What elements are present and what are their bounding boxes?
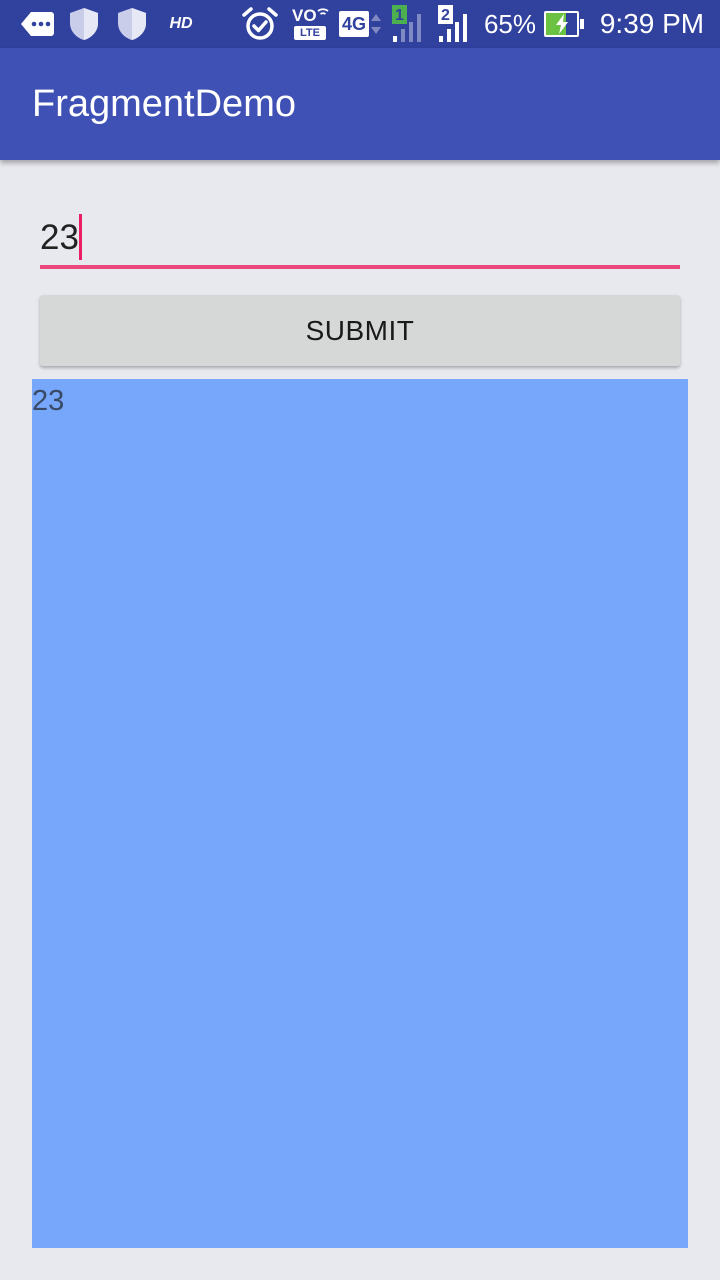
screen: HD VO LTE 4G 1 2 65% 9:39 PM FragmentDem… xyxy=(0,0,720,1280)
app-title: FragmentDemo xyxy=(32,83,296,125)
hd-label: HD xyxy=(169,15,193,32)
text-cursor xyxy=(79,214,82,260)
battery-percent: 65% xyxy=(483,8,537,39)
app-bar: FragmentDemo xyxy=(0,48,720,160)
shield-icon xyxy=(66,0,102,48)
volte-bottom: LTE xyxy=(294,26,326,40)
signal-sim2-icon: 2 xyxy=(436,0,476,48)
number-input[interactable]: 23 xyxy=(40,210,680,270)
submit-button[interactable]: SUBMIT xyxy=(40,295,680,366)
volte-icon: VO LTE xyxy=(290,0,330,48)
number-input-value[interactable]: 23 xyxy=(40,216,79,260)
fragment-container: 23 xyxy=(32,379,688,1248)
sim1-label: 1 xyxy=(395,7,404,24)
messages-icon xyxy=(18,0,56,48)
clock-time: 9:39 PM xyxy=(599,8,705,39)
status-bar: HD VO LTE 4G 1 2 65% 9:39 PM xyxy=(0,0,720,48)
fragment-result-text: 23 xyxy=(32,385,65,417)
battery-tip xyxy=(580,19,584,29)
shield-icon xyxy=(114,0,150,48)
hd-icon: HD xyxy=(164,0,198,48)
signal-sim1-icon: 1 xyxy=(390,0,430,48)
4g-icon: 4G xyxy=(336,0,386,48)
sim2-label: 2 xyxy=(441,7,450,24)
network-type-label: 4G xyxy=(339,11,369,37)
input-underline xyxy=(40,265,680,269)
wifi-call-icon xyxy=(317,8,329,15)
battery-body xyxy=(544,11,580,37)
battery-charging-icon xyxy=(544,0,584,48)
data-activity-icon xyxy=(371,14,381,34)
alarm-icon xyxy=(240,0,280,48)
charging-bolt-icon xyxy=(556,14,568,34)
